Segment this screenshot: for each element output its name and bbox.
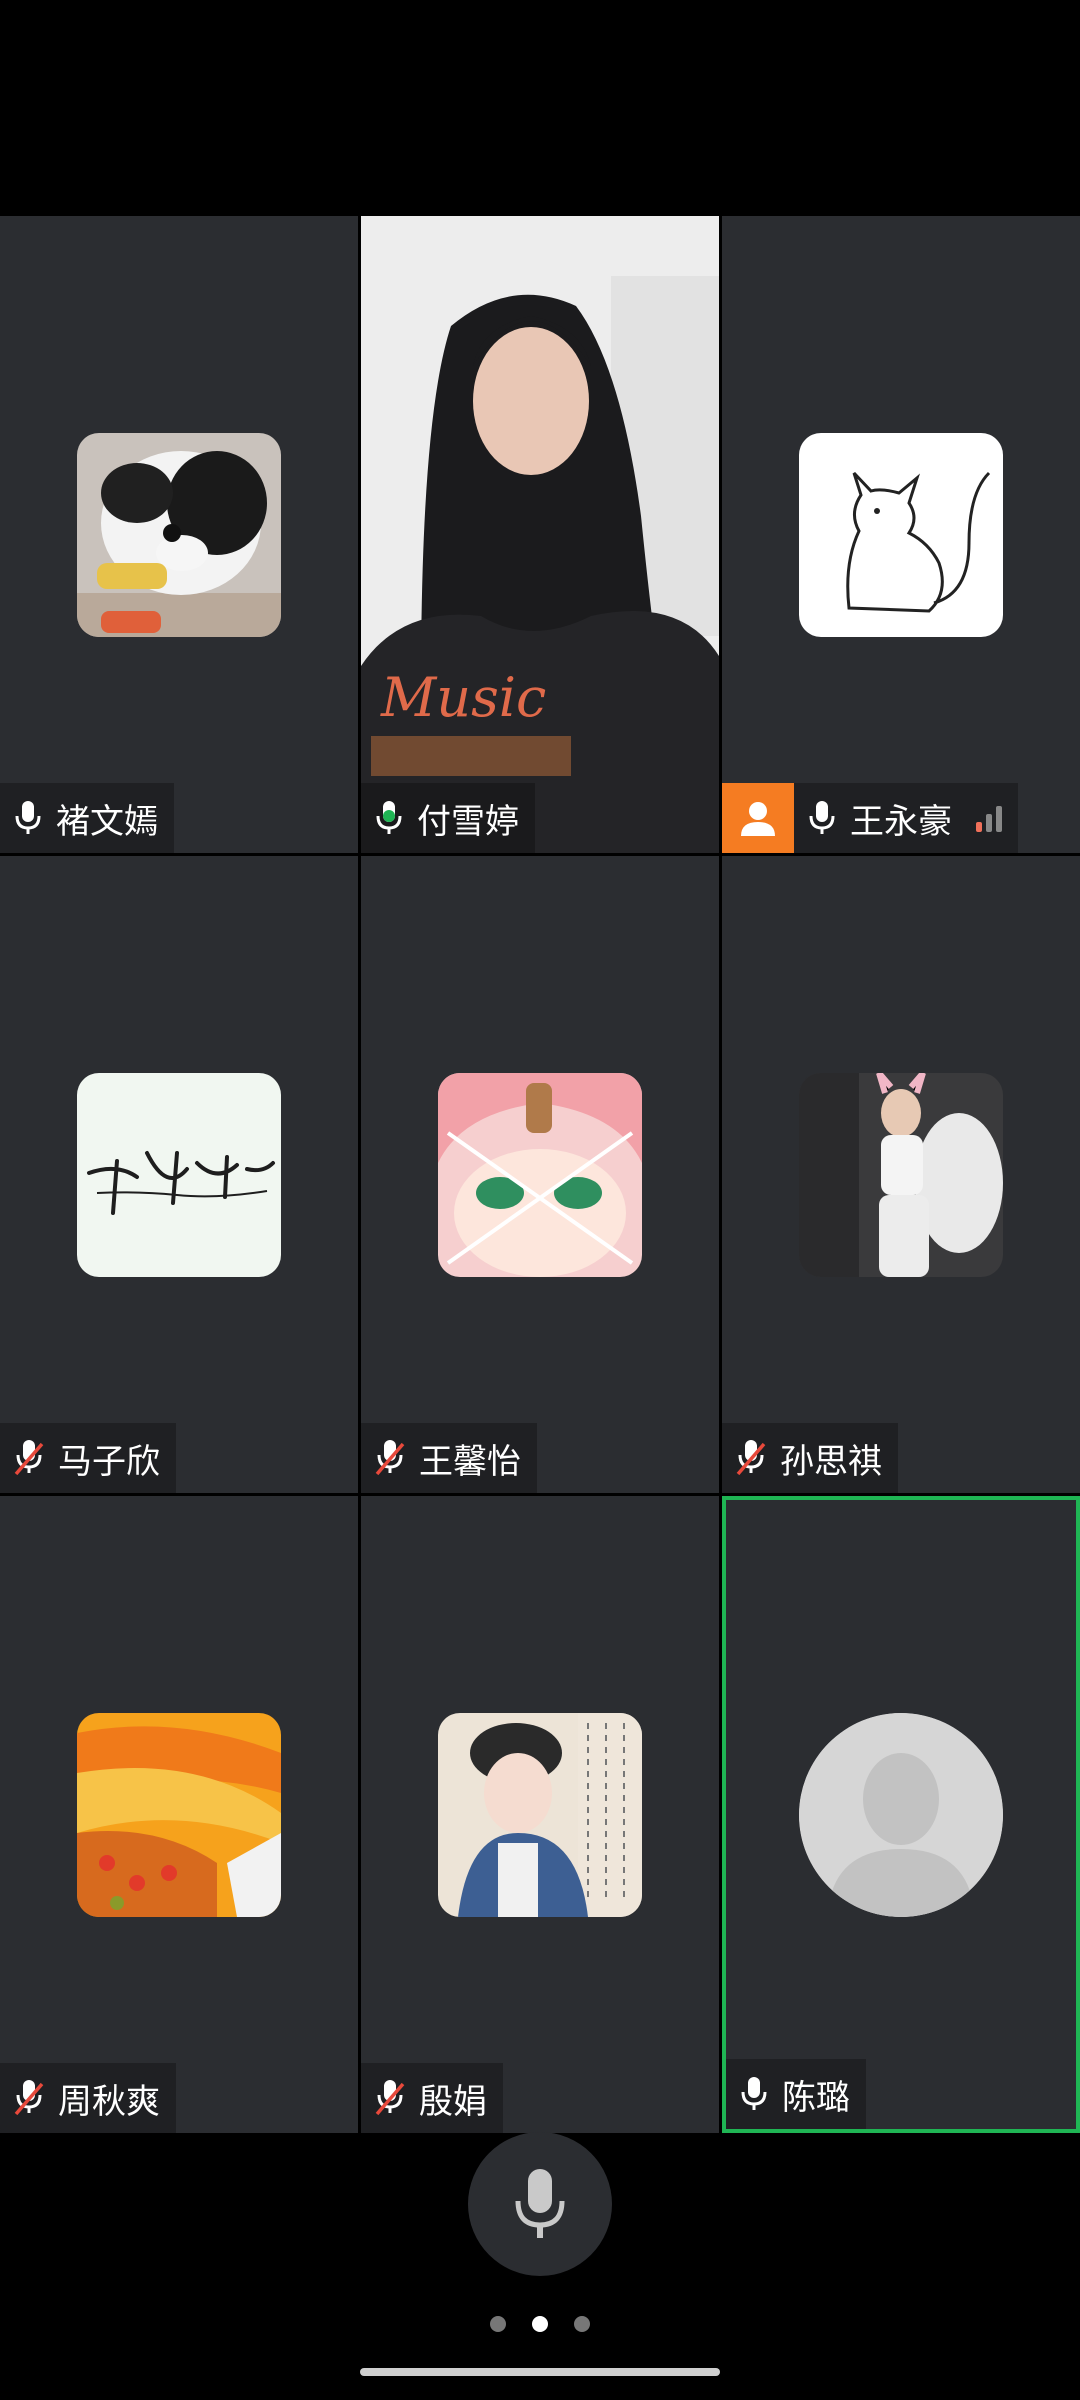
participant-tile[interactable]: 王永豪: [722, 216, 1080, 853]
person-icon: [741, 802, 775, 836]
participant-avatar: [438, 1712, 642, 1917]
mic-icon: [15, 801, 41, 834]
participant-tile[interactable]: 褚文嫣: [0, 216, 358, 853]
participant-name: 王馨怡: [419, 1441, 521, 1482]
participant-name: 王永豪: [850, 801, 952, 842]
participant-tile[interactable]: 王馨怡: [361, 856, 719, 1493]
name-tag: 周秋爽: [0, 2063, 176, 2133]
participant-name: 周秋爽: [58, 2081, 160, 2122]
participant-avatar: [77, 432, 281, 637]
participant-name: 褚文嫣: [56, 801, 158, 842]
mic-muted-icon: [14, 2080, 44, 2116]
participant-name: 孙思祺: [780, 1441, 882, 1482]
participant-avatar: [438, 1072, 642, 1277]
page-dot[interactable]: [490, 2316, 506, 2332]
name-tag: 褚文嫣: [0, 783, 174, 853]
mic-muted-icon: [375, 2080, 405, 2116]
participant-avatar: [77, 1712, 281, 1917]
participant-tile[interactable]: 马子欣: [0, 856, 358, 1493]
mic-toggle-button[interactable]: [468, 2132, 612, 2276]
name-tag: 王馨怡: [361, 1423, 537, 1493]
mic-muted-icon: [736, 1440, 766, 1476]
mic-icon: [809, 801, 835, 834]
participant-name: 马子欣: [58, 1441, 160, 1482]
participant-avatar: [799, 432, 1003, 637]
name-tag: 陈璐: [726, 2059, 866, 2129]
name-tag: 王永豪: [794, 783, 1018, 853]
participant-name: 殷娟: [419, 2081, 487, 2122]
participant-avatar: [799, 1072, 1003, 1277]
name-tag: 孙思祺: [722, 1423, 898, 1493]
participant-name: 付雪婷: [417, 801, 519, 842]
signal-strength-icon: [976, 804, 1002, 832]
participant-tile[interactable]: 陈璐: [722, 1496, 1080, 2133]
name-tag: 付雪婷: [361, 783, 535, 853]
mic-muted-icon: [375, 1440, 405, 1476]
participant-tile[interactable]: 殷娟: [361, 1496, 719, 2133]
page-indicator[interactable]: [0, 2316, 1080, 2332]
participant-grid: 褚文嫣 Music 付雪婷 王永豪 马子欣 王馨怡 孙思祺 周秋爽 殷娟 陈璐: [0, 216, 1080, 2136]
name-tag: 马子欣: [0, 1423, 176, 1493]
participant-tile[interactable]: Music 付雪婷: [361, 216, 719, 853]
page-dot[interactable]: [574, 2316, 590, 2332]
participant-avatar: [77, 1072, 281, 1277]
participant-tile[interactable]: 周秋爽: [0, 1496, 358, 2133]
mic-speaking-icon: [376, 801, 402, 834]
mic-icon: [515, 2169, 565, 2238]
home-indicator[interactable]: [360, 2368, 720, 2376]
participant-name: 陈璐: [782, 2077, 850, 2118]
svg-text:Music: Music: [380, 666, 546, 729]
participant-video: Music: [361, 216, 719, 853]
page-dot-active[interactable]: [532, 2316, 548, 2332]
default-avatar-icon: [799, 1712, 1003, 1917]
name-tag: 殷娟: [361, 2063, 503, 2133]
mic-muted-icon: [14, 1440, 44, 1476]
mic-icon: [741, 2077, 767, 2110]
participant-tile[interactable]: 孙思祺: [722, 856, 1080, 1493]
host-badge: [722, 783, 794, 853]
